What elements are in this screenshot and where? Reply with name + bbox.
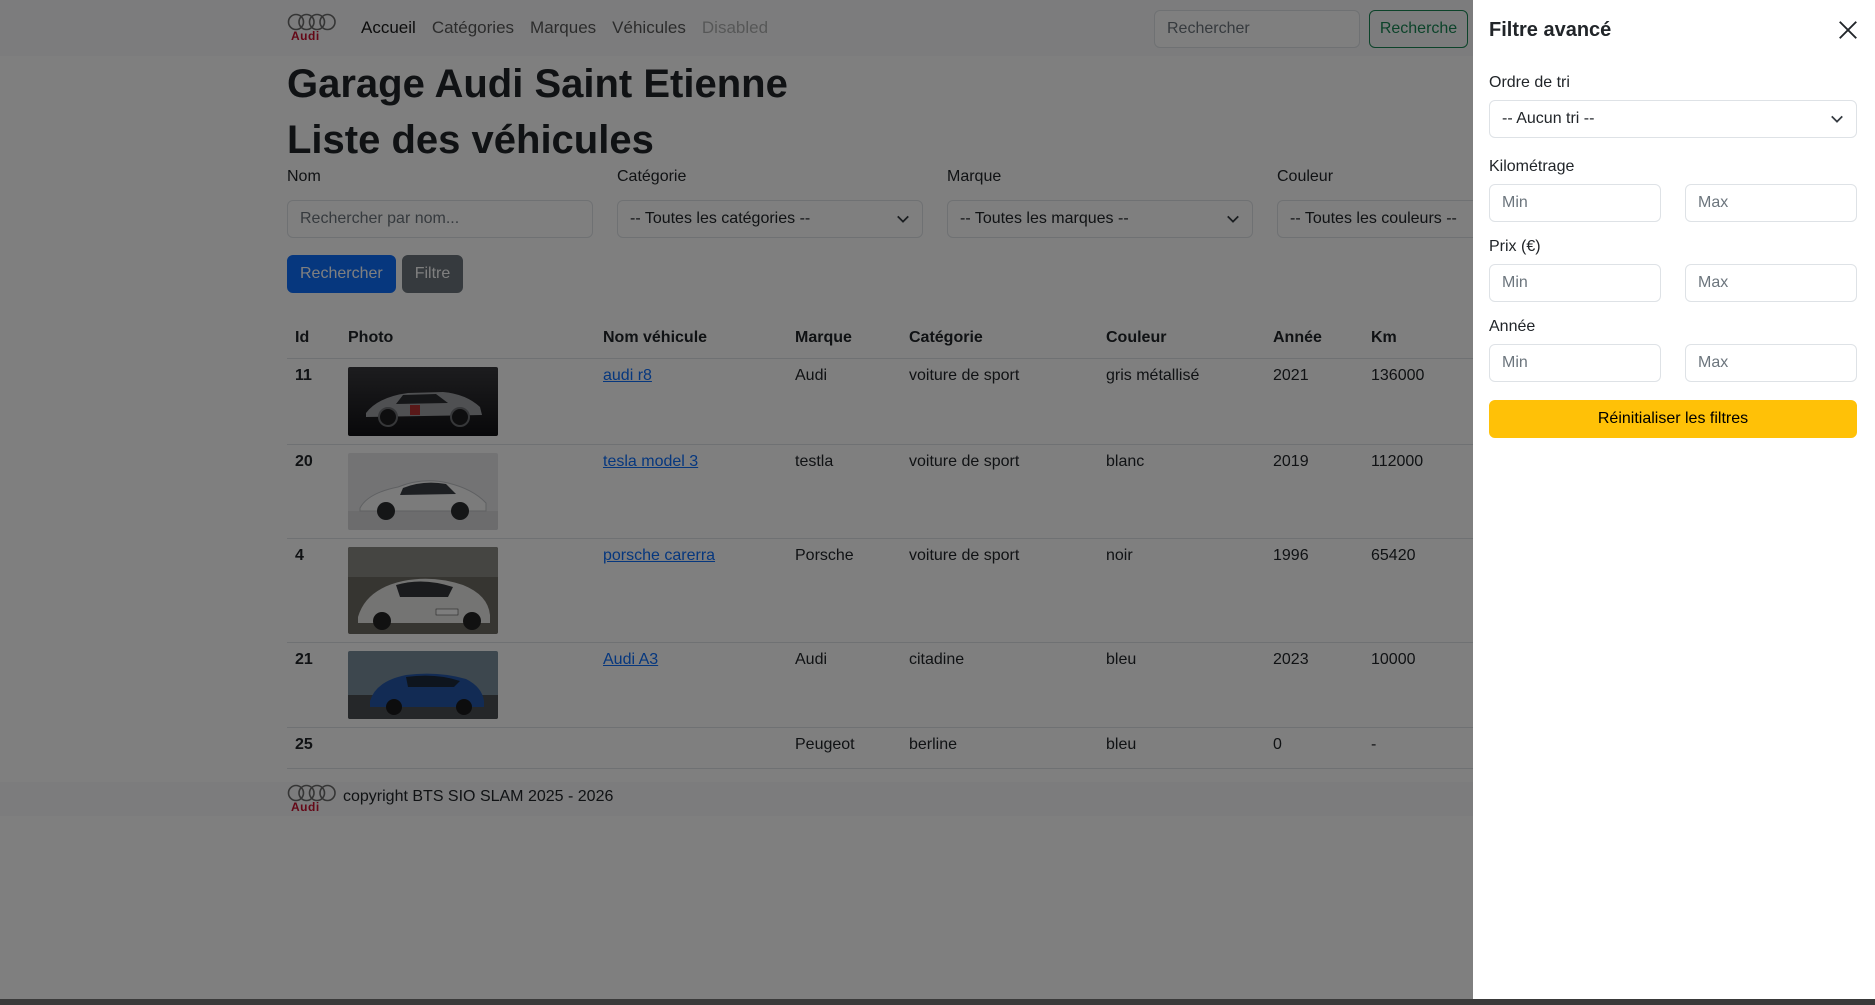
km-min-input[interactable] [1489,184,1661,222]
year-max-input[interactable] [1685,344,1857,382]
reset-filters-button[interactable]: Réinitialiser les filtres [1489,400,1857,438]
window-bottom-edge [0,999,1875,1005]
panel-header: Filtre avancé [1489,16,1859,44]
year-min-input[interactable] [1489,344,1661,382]
sort-select[interactable]: -- Aucun tri -- [1489,100,1857,138]
sort-label: Ordre de tri [1489,74,1570,91]
year-label: Année [1489,318,1536,335]
price-label: Prix (€) [1489,238,1541,255]
price-range [1489,264,1857,302]
km-range [1489,184,1857,222]
price-min-input[interactable] [1489,264,1661,302]
km-label: Kilométrage [1489,158,1575,175]
advanced-filter-panel: Filtre avancé Ordre de tri -- Aucun tri … [1473,0,1875,999]
km-max-input[interactable] [1685,184,1857,222]
close-icon[interactable] [1837,19,1859,41]
panel-title: Filtre avancé [1489,18,1612,41]
sort-select-value: -- Aucun tri -- [1502,110,1595,127]
price-max-input[interactable] [1685,264,1857,302]
year-range [1489,344,1857,382]
chevron-down-icon [1831,115,1843,123]
